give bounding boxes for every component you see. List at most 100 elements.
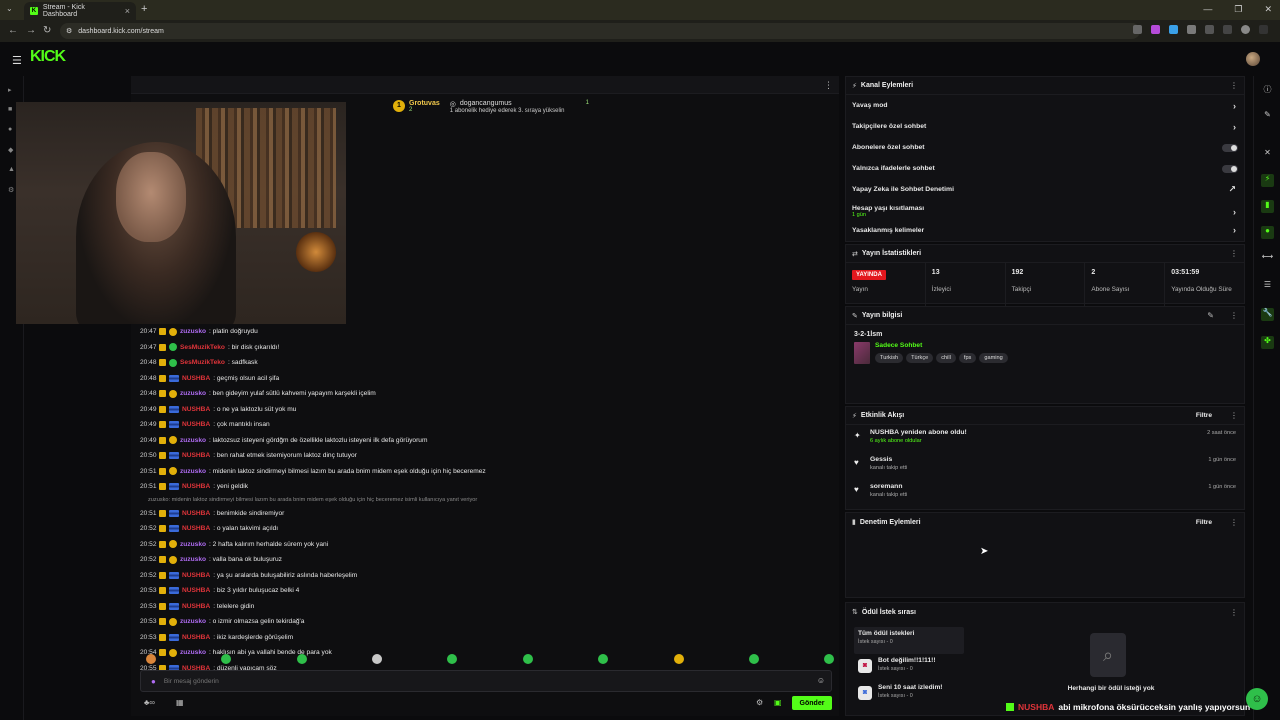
stream-stats-more-icon[interactable]: ⋮ — [1230, 249, 1238, 258]
chat-message[interactable]: 20:49 zuzusko: laktozsuz isteyeni gördğm … — [140, 433, 830, 449]
chat-message[interactable]: 20:53 NUSHBA: ikiz kardeşlerde görüşelim — [140, 630, 830, 646]
message-username[interactable]: NUSHBA — [182, 406, 210, 413]
back-icon[interactable]: ← — [8, 25, 18, 36]
site-info-icon[interactable]: ⚙ — [66, 27, 72, 35]
chat-message[interactable]: 20:53 NUSHBA: telelere gidin — [140, 599, 830, 615]
category-name[interactable]: Sadece Sohbet — [875, 342, 1008, 349]
kick-logo[interactable]: KICK — [30, 48, 66, 66]
stream-info-more-icon[interactable]: ⋮ — [1230, 311, 1238, 320]
edit-icon[interactable]: ✎ — [1207, 311, 1214, 320]
reward-item[interactable]: ◙ Bot değilim!!1!11!! İstek sayısı - 0 — [854, 654, 964, 681]
chat-message-input[interactable] — [163, 677, 804, 685]
link-icon[interactable]: ⟷ — [1261, 252, 1274, 265]
sidebar-settings-icon[interactable]: ⚙ — [8, 186, 16, 194]
extension-icon[interactable] — [1151, 25, 1160, 34]
message-username[interactable]: NUSHBA — [182, 483, 210, 490]
menu-icon[interactable]: ☰ — [12, 54, 22, 67]
extensions-puzzle-icon[interactable] — [1205, 25, 1214, 34]
message-username[interactable]: NUSHBA — [182, 452, 210, 459]
chat-message[interactable]: 20:51 NUSHBA: benimkide sindiremiyor — [140, 506, 830, 522]
message-username[interactable]: SesMuzikTeko — [180, 359, 225, 366]
browser-tab[interactable]: K Stream - Kick Dashboard × — [24, 2, 136, 20]
reload-icon[interactable]: ↻ — [43, 25, 51, 36]
moderation-filter-button[interactable]: Filtre — [1196, 519, 1212, 526]
message-username[interactable]: NUSHBA — [182, 603, 210, 610]
emoji-picker-icon[interactable]: ☺ — [817, 676, 825, 685]
message-username[interactable]: NUSHBA — [182, 510, 210, 517]
close-window-icon[interactable]: ✕ — [1264, 4, 1272, 15]
ai-moderation-row[interactable]: Yapay Zeka ile Sohbet Denetimi ↗ — [846, 179, 1244, 200]
top-gifter[interactable]: 1 Grotuvas 2 — [393, 100, 440, 114]
chat-message[interactable]: 20:49 NUSHBA: çok mantıklı insan — [140, 417, 830, 433]
sidebar-community-icon[interactable]: ● — [8, 126, 16, 134]
slow-mode-row[interactable]: Yavaş mod › — [846, 95, 1244, 116]
chat-tools-icon[interactable]: ♣∞ — [144, 698, 155, 707]
chat-message[interactable]: 20:53 zuzusko: o izmir olmazsa gelin teki… — [140, 614, 830, 630]
chat-message[interactable]: 20:47 zuzusko: platin doğruydu — [140, 324, 830, 340]
activity-filter-button[interactable]: Filtre — [1196, 412, 1212, 419]
sidebar-monetize-icon[interactable]: ◆ — [8, 146, 16, 154]
chat-settings-icon[interactable]: ⚙ — [756, 698, 763, 707]
message-username[interactable]: NUSHBA — [182, 634, 210, 641]
sidebar-analytics-icon[interactable]: ▲ — [8, 166, 16, 174]
message-username[interactable]: zuzusko — [180, 618, 206, 625]
chat-support-button[interactable]: ☺ — [1246, 688, 1268, 710]
emote-icon[interactable] — [297, 654, 307, 664]
message-username[interactable]: zuzusko — [180, 556, 206, 563]
emote-only-toggle[interactable] — [1222, 164, 1238, 173]
message-username[interactable]: SesMuzikTeko — [180, 344, 225, 351]
reward-item[interactable]: ◙ Seni 10 saat izledim! İstek sayısı - 0 — [854, 681, 964, 708]
message-username[interactable]: zuzusko — [180, 468, 206, 475]
channel-actions-more-icon[interactable]: ⋮ — [1230, 81, 1238, 90]
message-username[interactable]: NUSHBA — [182, 421, 210, 428]
chat-bot-icon[interactable]: ▣ — [774, 698, 782, 707]
lightning-icon[interactable]: ⚡ — [1261, 174, 1274, 187]
profile-icon[interactable] — [1241, 25, 1250, 34]
maximize-icon[interactable]: ❐ — [1234, 4, 1242, 15]
message-username[interactable]: zuzusko — [180, 437, 206, 444]
emote-icon[interactable] — [447, 654, 457, 664]
chat-more-icon[interactable]: ⋮ — [824, 80, 833, 91]
followers-only-row[interactable]: Takipçilere özel sohbet › — [846, 116, 1244, 137]
message-username[interactable]: NUSHBA — [182, 375, 210, 382]
emote-icon[interactable] — [146, 654, 156, 664]
new-tab-icon[interactable]: + — [141, 3, 147, 15]
browser-menu-icon[interactable] — [1259, 25, 1268, 34]
wrench-icon[interactable]: 🔧 — [1261, 308, 1274, 321]
chat-message[interactable]: 20:48 zuzusko: ben gideyim yulaf sütlü ka… — [140, 386, 830, 402]
message-username[interactable]: zuzusko — [180, 328, 206, 335]
emote-icon[interactable] — [674, 654, 684, 664]
chat-message[interactable]: 20:51 NUSHBA: yeni geldik — [140, 479, 830, 495]
edit-pencil-icon[interactable]: ✎ — [1261, 110, 1274, 123]
clipboard-icon[interactable]: ▮ — [1261, 200, 1274, 213]
chat-message[interactable]: 20:52 NUSHBA: o yalan takvimi açıldı — [140, 521, 830, 537]
emote-icon[interactable] — [749, 654, 759, 664]
emote-icon[interactable] — [598, 654, 608, 664]
account-age-row[interactable]: Hesap yaşı kısıtlaması 1 gün › — [846, 200, 1244, 223]
chat-calendar-icon[interactable]: ▦ — [176, 698, 184, 707]
reward-item-all[interactable]: Tüm ödül istekleri İstek sayısı - 0 — [854, 627, 964, 654]
chat-input-box[interactable]: ● ☺ — [140, 670, 832, 692]
avatar[interactable] — [1246, 52, 1260, 66]
tab-close-icon[interactable]: × — [125, 6, 130, 16]
info-icon[interactable]: ⓘ — [1261, 84, 1274, 97]
message-username[interactable]: NUSHBA — [182, 587, 210, 594]
chat-message[interactable]: 20:52 zuzusko: 2 hafta kalırım herhalde s… — [140, 537, 830, 553]
chat-message[interactable]: 20:49 NUSHBA: o ne ya laktozlu süt yok mu — [140, 402, 830, 418]
chat-message[interactable]: 20:47 SesMuzikTeko: bir disk çıkarıldı! — [140, 340, 830, 356]
emote-icon[interactable] — [824, 654, 834, 664]
message-username[interactable]: NUSHBA — [182, 572, 210, 579]
download-icon[interactable] — [1223, 25, 1232, 34]
message-username[interactable]: zuzusko — [180, 541, 206, 548]
forward-icon[interactable]: → — [26, 25, 36, 36]
reward-queue-more-icon[interactable]: ⋮ — [1230, 608, 1238, 617]
banned-words-row[interactable]: Yasaklanmış kelimeler › — [846, 223, 1244, 237]
emote-icon[interactable] — [523, 654, 533, 664]
chat-message[interactable]: 20:52 NUSHBA: ya şu aralarda buluşabiliri… — [140, 568, 830, 584]
extension-icon[interactable] — [1169, 25, 1178, 34]
chat-message[interactable]: 20:48 NUSHBA: geçmiş olsun acil şifa — [140, 371, 830, 387]
chat-message[interactable]: 20:51 zuzusko: midenin laktoz sindirmeyi … — [140, 464, 830, 480]
chat-message[interactable]: 20:52 zuzusko: valla bana ok buluşuruz — [140, 552, 830, 568]
chat-message[interactable]: 20:50 NUSHBA: ben rahat etmek istemiyorum… — [140, 448, 830, 464]
chat-message[interactable]: 20:53 NUSHBA: biz 3 yıldır buluşucaz belk… — [140, 583, 830, 599]
